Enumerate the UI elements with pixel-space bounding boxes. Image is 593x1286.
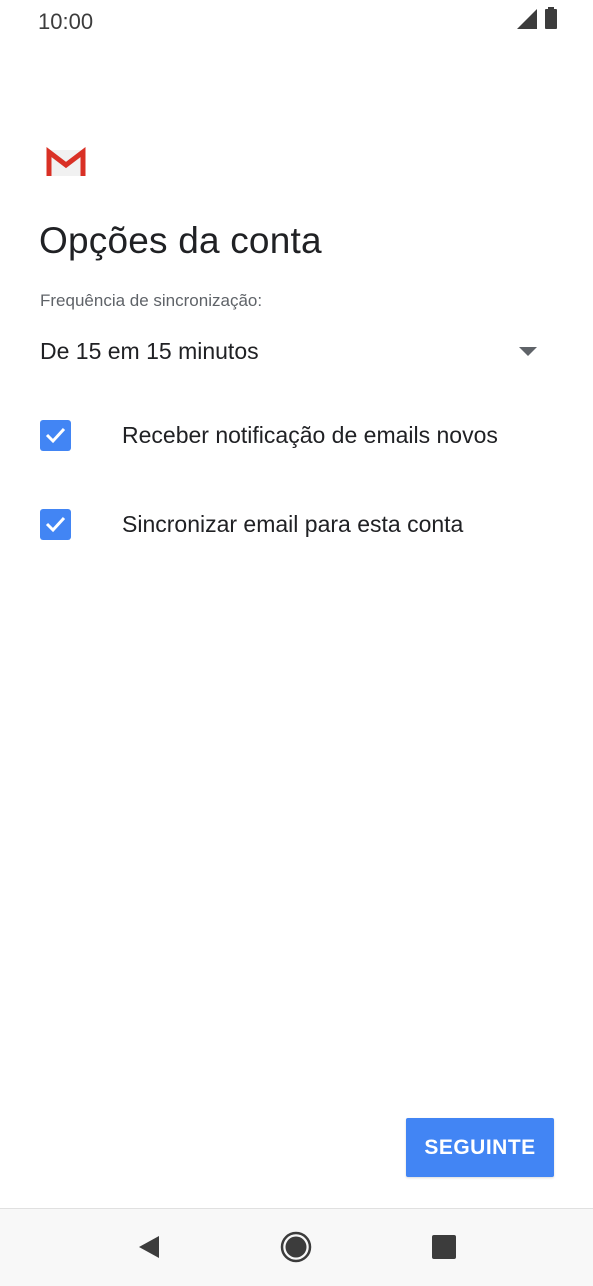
checkmark-icon [45, 516, 66, 533]
account-options-screen: 10:00 Opções da conta Frequência de sinc… [0, 0, 593, 1286]
gmail-logo-icon [46, 146, 86, 178]
home-icon[interactable] [278, 1229, 314, 1265]
sync-frequency-dropdown[interactable]: De 15 em 15 minutos [40, 330, 545, 374]
option-row-sync[interactable]: Sincronizar email para esta conta [40, 499, 560, 549]
status-icons [517, 7, 557, 34]
checkmark-icon [45, 427, 66, 444]
next-button[interactable]: SEGUINTE [406, 1118, 554, 1177]
status-time: 10:00 [38, 9, 94, 34]
recents-icon[interactable] [426, 1229, 462, 1265]
option-row-notify[interactable]: Receber notificação de emails novos [40, 410, 560, 460]
notify-label: Receber notificação de emails novos [122, 422, 498, 448]
sync-frequency-value: De 15 em 15 minutos [40, 338, 259, 364]
sync-label: Sincronizar email para esta conta [122, 511, 464, 537]
battery-icon [545, 7, 557, 34]
sync-frequency-label: Frequência de sincronização: [40, 291, 263, 310]
navigation-bar [0, 1209, 593, 1286]
page-title: Opções da conta [39, 220, 322, 261]
status-bar: 10:00 [0, 0, 593, 48]
back-icon[interactable] [130, 1229, 166, 1265]
signal-icon [517, 9, 537, 34]
notify-checkbox[interactable] [40, 420, 71, 451]
dropdown-arrow-icon [519, 347, 537, 356]
sync-checkbox[interactable] [40, 509, 71, 540]
